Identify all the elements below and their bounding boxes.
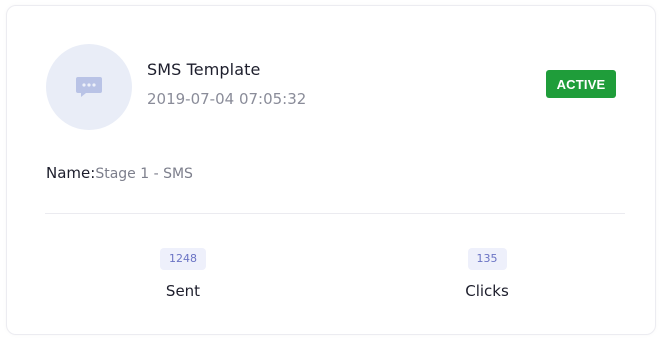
template-avatar (46, 44, 132, 130)
name-label: Name: (46, 164, 96, 182)
stat-sent: 1248 Sent (123, 247, 243, 300)
clicks-label: Clicks (465, 282, 509, 300)
sent-count: 1248 (160, 248, 206, 270)
template-timestamp: 2019-07-04 07:05:32 (147, 90, 307, 108)
sms-template-card[interactable]: SMS Template 2019-07-04 07:05:32 ACTIVE … (6, 5, 656, 335)
sent-label: Sent (165, 282, 201, 300)
clicks-count: 135 (467, 248, 507, 270)
divider (45, 213, 625, 214)
status-badge: ACTIVE (546, 70, 616, 98)
sms-chat-icon (75, 75, 103, 99)
stat-clicks: 135 Clicks (427, 247, 547, 300)
template-name-row: Name:Stage 1 - SMS (46, 164, 193, 182)
name-value: Stage 1 - SMS (95, 166, 193, 182)
template-title: SMS Template (147, 60, 261, 79)
